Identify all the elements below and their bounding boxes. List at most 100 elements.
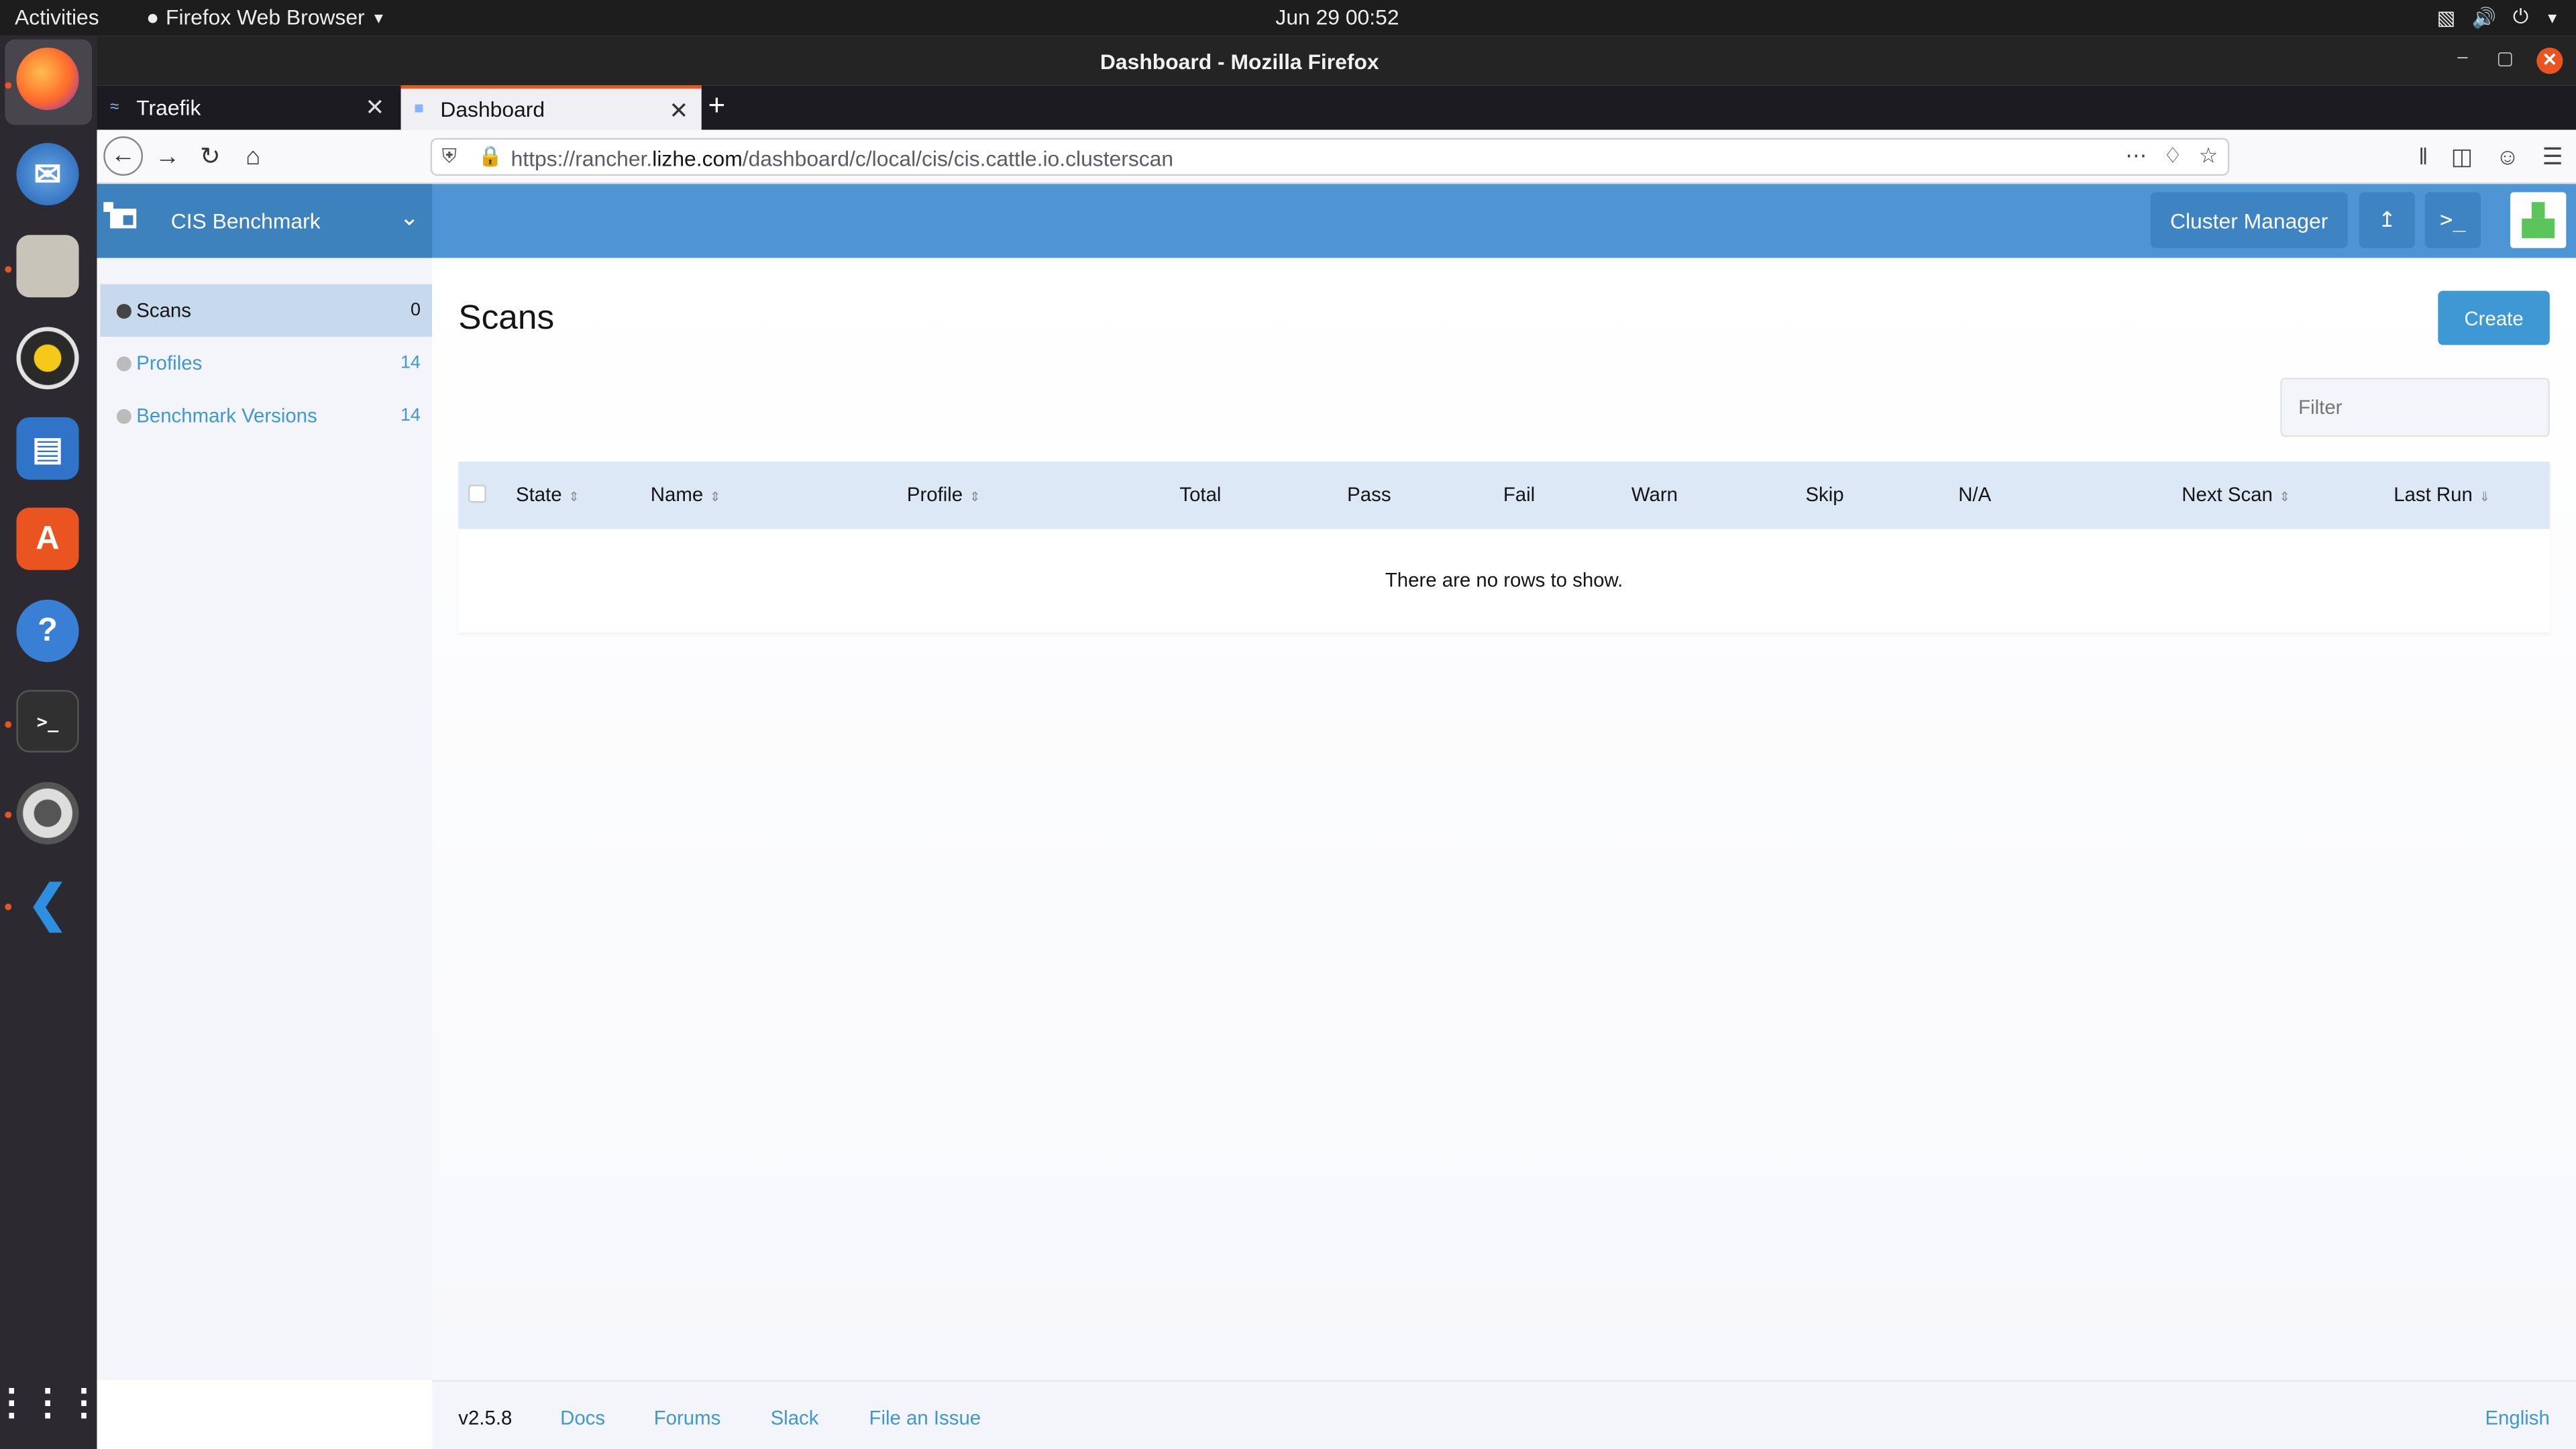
maximize-icon[interactable]: ▢ [2496,48,2513,68]
sort-icon: ⇕ [2279,489,2291,504]
tab-traefik[interactable]: ≈ Traefik ✕ [97,85,397,129]
empty-table-message: There are no rows to show. [1385,568,1623,592]
sidebar-icon[interactable]: ◫ [2451,143,2473,171]
sidebar-item-label: Benchmark Versions [136,404,317,427]
upload-icon[interactable]: ↥ [2359,192,2416,248]
avatar[interactable] [2510,192,2567,248]
show-apps-icon[interactable]: ⋮⋮⋮ [0,1372,102,1434]
running-indicator [5,82,12,89]
sidebar-item-count: 14 [400,405,421,426]
tab-label: Dashboard [440,97,545,122]
rancher-app: CIS Benchmark ⌄ Cluster Manager ↥ >_ Sca… [97,184,2576,1449]
column-header-last-run[interactable]: Last Run ⇓ [2394,483,2490,506]
menu-icon[interactable]: ☰ [2542,143,2563,171]
minimize-icon[interactable]: – [2457,48,2467,67]
footer: v2.5.8 Docs Forums Slack File an Issue E… [432,1380,2576,1449]
thunderbird-icon[interactable]: ✉ [16,143,79,206]
clock[interactable]: Jun 29 00:52 [0,5,2576,30]
page-actions-icon[interactable]: ⋯ [2125,143,2147,169]
product-name: CIS Benchmark [170,209,321,233]
vscode-icon[interactable]: ❮ [16,872,78,934]
chevron-down-icon: ▼ [2544,9,2560,25]
column-header-profile[interactable]: Profile ⇕ [907,483,981,506]
sidebar-item-profiles[interactable]: Profiles 14 [100,337,432,389]
sort-desc-icon: ⇓ [2479,489,2491,504]
status-dot-icon [116,303,131,318]
tab-label: Traefik [136,95,201,120]
side-nav: Scans 0 Profiles 14 Benchmark Versions 1… [97,258,433,1381]
table-header: State ⇕ Name ⇕ Profile ⇕ Total Pass Fail Wa… [458,462,2550,529]
traefik-favicon-icon: ≈ [110,98,119,117]
cluster-manager-button[interactable]: Cluster Manager [2150,192,2348,248]
page-title: Scans [458,299,555,337]
files-icon[interactable] [16,235,79,298]
sidebar-item-count: 0 [410,301,421,321]
slack-link[interactable]: Slack [771,1406,819,1429]
lock-icon[interactable]: 🔒 [478,145,503,168]
navigation-toolbar: ← → ↻ ⌂ ⛨ 🔒 https://rancher.lizhe.com/da… [97,129,2576,184]
writer-icon[interactable]: ▤ [16,417,79,480]
column-header-next-scan[interactable]: Next Scan ⇕ [2182,483,2290,506]
reload-icon[interactable]: ↻ [193,140,229,176]
pocket-icon[interactable]: ♢ [2163,143,2183,169]
running-indicator [5,811,12,818]
filter-input[interactable] [2280,378,2550,437]
tab-bar: ≈ Traefik ✕ ■ Dashboard ✕ + [97,85,2576,130]
sidebar-item-benchmark-versions[interactable]: Benchmark Versions 14 [100,389,432,441]
file-issue-link[interactable]: File an Issue [869,1406,981,1429]
forums-link[interactable]: Forums [654,1406,721,1429]
window-title: Dashboard - Mozilla Firefox [1099,49,1379,74]
running-indicator [5,266,12,273]
software-center-icon[interactable]: A [16,507,79,570]
system-tray[interactable]: ▧ 🔊 ⏻ ▼ [2437,5,2560,30]
language-selector[interactable]: English [2485,1406,2549,1429]
sidebar-item-scans[interactable]: Scans 0 [100,284,433,337]
product-switcher[interactable]: CIS Benchmark ⌄ [97,184,433,258]
back-icon[interactable]: ← [103,136,144,176]
url-bar[interactable]: ⛨ 🔒 https://rancher.lizhe.com/dashboard/… [430,138,2230,176]
url-text[interactable]: https://rancher.lizhe.com/dashboard/c/lo… [511,146,1173,171]
column-header-pass: Pass [1347,483,1391,506]
app-header: CIS Benchmark ⌄ Cluster Manager ↥ >_ [97,184,2576,258]
sort-icon: ⇕ [969,489,981,504]
help-icon[interactable]: ? [16,599,79,662]
system-top-bar: Activities ● Firefox Web Browser ▼ Jun 2… [0,0,2576,36]
network-icon: ▧ [2436,5,2456,29]
dock: ✉ ▤ A ? >_ ❮ ⋮⋮⋮ [0,36,102,1449]
power-icon: ⏻ [2512,5,2529,28]
new-tab-icon[interactable]: + [708,89,726,123]
tab-dashboard[interactable]: ■ Dashboard ✕ [400,85,702,130]
library-icon[interactable]: ‖ [2418,143,2428,171]
column-header-warn: Warn [1631,483,1678,506]
user-avatar-icon [2522,202,2555,239]
main-content: Scans Create State⇕ Name⇕ Profile⇕ Total… [432,258,2576,1381]
create-button[interactable]: Create [2438,290,2550,345]
column-header-name[interactable]: Name ⇕ [651,483,721,506]
kubectl-shell-icon[interactable]: >_ [2424,192,2481,248]
sidebar-item-label: Scans [136,299,191,323]
status-dot-icon [116,408,131,423]
running-indicator [5,903,12,910]
account-icon[interactable]: ☺ [2496,143,2519,171]
chevron-down-icon: ⌄ [399,203,419,230]
scans-table: State ⇕ Name ⇕ Profile ⇕ Total Pass Fail Wa… [458,462,2550,633]
rancher-favicon-icon: ■ [414,100,424,119]
cis-logo-icon [103,202,137,229]
volume-icon: 🔊 [2471,5,2497,29]
close-tab-icon[interactable]: ✕ [669,97,688,125]
version-label: v2.5.8 [458,1406,513,1430]
column-header-state[interactable]: State ⇕ [516,483,580,506]
close-tab-icon[interactable]: ✕ [365,94,384,122]
shield-icon[interactable]: ⛨ [442,145,457,170]
bookmark-star-icon[interactable]: ☆ [2199,143,2218,169]
terminal-icon[interactable]: >_ [16,690,79,753]
forward-icon[interactable]: → [150,140,186,176]
close-window-icon[interactable]: ✕ [2536,48,2563,74]
sort-icon: ⇕ [710,489,721,504]
settings-icon[interactable] [16,782,79,845]
select-all-checkbox[interactable] [468,484,486,503]
rhythmbox-icon[interactable] [16,327,79,390]
home-icon[interactable]: ⌂ [235,140,271,176]
running-indicator [5,721,12,728]
docs-link[interactable]: Docs [560,1406,605,1429]
